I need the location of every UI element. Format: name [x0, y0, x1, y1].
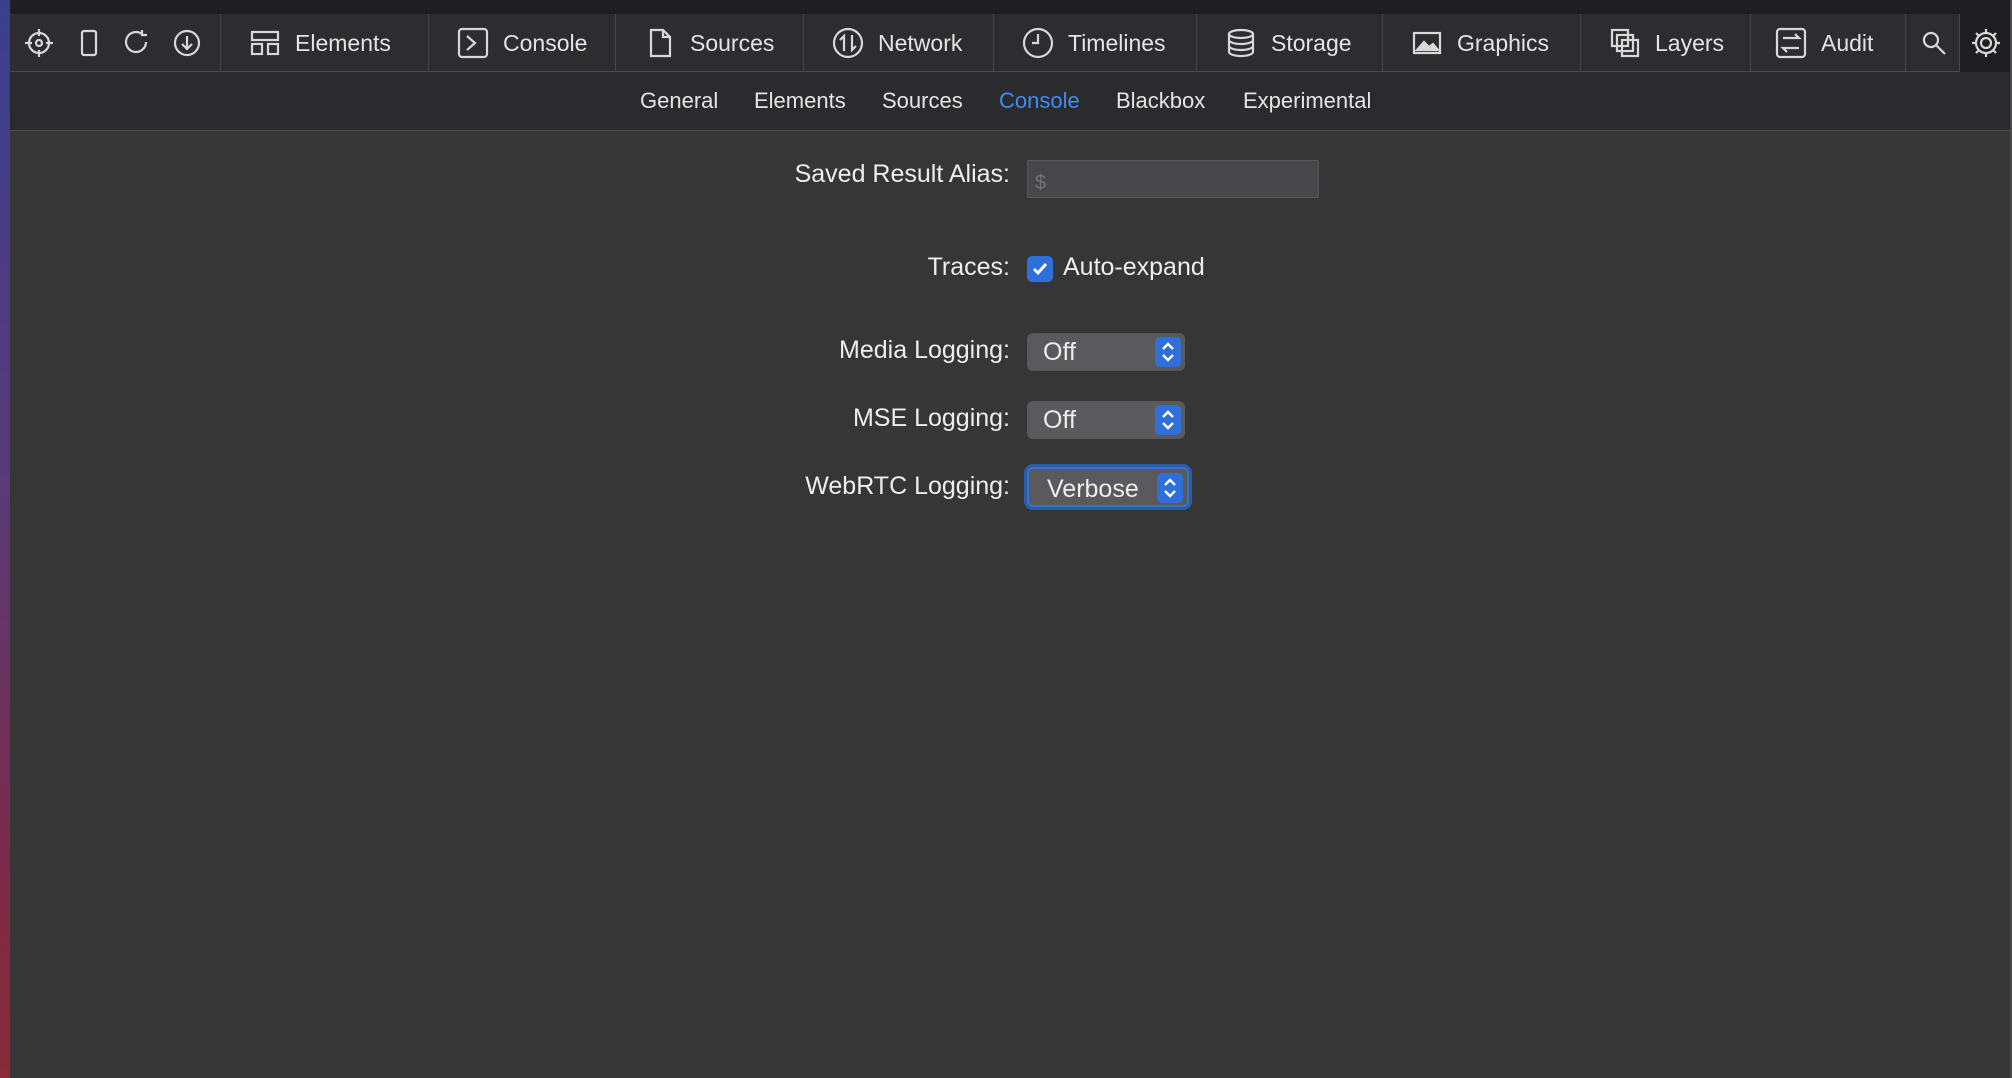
webrtc-logging-select[interactable]: Verbose: [1027, 467, 1189, 507]
mse-logging-select[interactable]: Off: [1027, 401, 1185, 439]
settings-tab-bar: General Elements Sources Console Blackbo…: [10, 72, 2010, 131]
settings-tab-sources[interactable]: Sources: [882, 88, 963, 114]
network-icon: [832, 27, 864, 59]
tab-layers[interactable]: Layers: [1580, 14, 1750, 72]
tab-audit[interactable]: Audit: [1750, 14, 1905, 72]
search-button[interactable]: [1905, 14, 1959, 72]
media-logging-value: Off: [1043, 338, 1076, 366]
settings-tab-general[interactable]: General: [640, 88, 718, 114]
settings-tab-experimental[interactable]: Experimental: [1243, 88, 1371, 114]
device-icon[interactable]: [74, 28, 104, 58]
gear-icon: [1970, 27, 2002, 59]
webrtc-logging-label: WebRTC Logging:: [805, 472, 1010, 500]
elements-icon: [249, 27, 281, 59]
layers-icon: [1609, 27, 1641, 59]
tab-network-label: Network: [878, 29, 963, 56]
tab-graphics-label: Graphics: [1457, 29, 1550, 56]
auto-expand-label[interactable]: Auto-expand: [1063, 253, 1205, 282]
chevron-up-down-icon: [1155, 337, 1181, 367]
download-icon[interactable]: [172, 28, 202, 58]
inspector-toolbar: Elements Console Sources Network Timelin…: [10, 0, 2010, 72]
saved-result-alias-label: Saved Result Alias:: [794, 160, 1010, 188]
tab-storage[interactable]: Storage: [1196, 14, 1382, 72]
tab-elements-label: Elements: [295, 29, 391, 56]
webrtc-logging-value: Verbose: [1047, 475, 1139, 503]
tab-timelines[interactable]: Timelines: [993, 14, 1196, 72]
tab-network[interactable]: Network: [803, 14, 993, 72]
chevron-up-down-icon: [1157, 473, 1183, 503]
tab-sources[interactable]: Sources: [615, 14, 803, 72]
element-picker-icon[interactable]: [24, 28, 54, 58]
tab-console[interactable]: Console: [428, 14, 615, 72]
media-logging-label: Media Logging:: [839, 336, 1010, 364]
chevron-up-down-icon: [1155, 405, 1181, 435]
desktop-background-left: [0, 0, 10, 1078]
tab-elements[interactable]: Elements: [220, 14, 428, 72]
tab-sources-label: Sources: [690, 29, 775, 56]
console-icon: [457, 27, 489, 59]
web-inspector-window: Elements Console Sources Network Timelin…: [10, 0, 2010, 1078]
auto-expand-checkbox[interactable]: [1027, 256, 1053, 282]
mse-logging-value: Off: [1043, 406, 1076, 434]
storage-icon: [1225, 27, 1257, 59]
media-logging-select[interactable]: Off: [1027, 333, 1185, 371]
traces-label: Traces:: [927, 253, 1010, 281]
settings-tab-console[interactable]: Console: [999, 88, 1080, 114]
timelines-icon: [1022, 27, 1054, 59]
settings-button[interactable]: [1959, 14, 2010, 72]
reload-icon[interactable]: [122, 28, 152, 58]
saved-result-alias-input[interactable]: [1027, 160, 1319, 198]
audit-icon: [1775, 27, 1807, 59]
tab-timelines-label: Timelines: [1068, 29, 1166, 56]
sources-icon: [644, 27, 676, 59]
tab-layers-label: Layers: [1655, 29, 1725, 56]
settings-tab-elements[interactable]: Elements: [754, 88, 846, 114]
settings-tab-blackbox[interactable]: Blackbox: [1116, 88, 1205, 114]
tab-storage-label: Storage: [1271, 29, 1352, 56]
tab-audit-label: Audit: [1821, 29, 1874, 56]
tab-graphics[interactable]: Graphics: [1382, 14, 1580, 72]
checkmark-icon: [1032, 263, 1048, 276]
tab-console-label: Console: [503, 29, 588, 56]
graphics-icon: [1411, 27, 1443, 59]
search-icon: [1920, 27, 1948, 59]
mse-logging-label: MSE Logging:: [852, 404, 1010, 432]
